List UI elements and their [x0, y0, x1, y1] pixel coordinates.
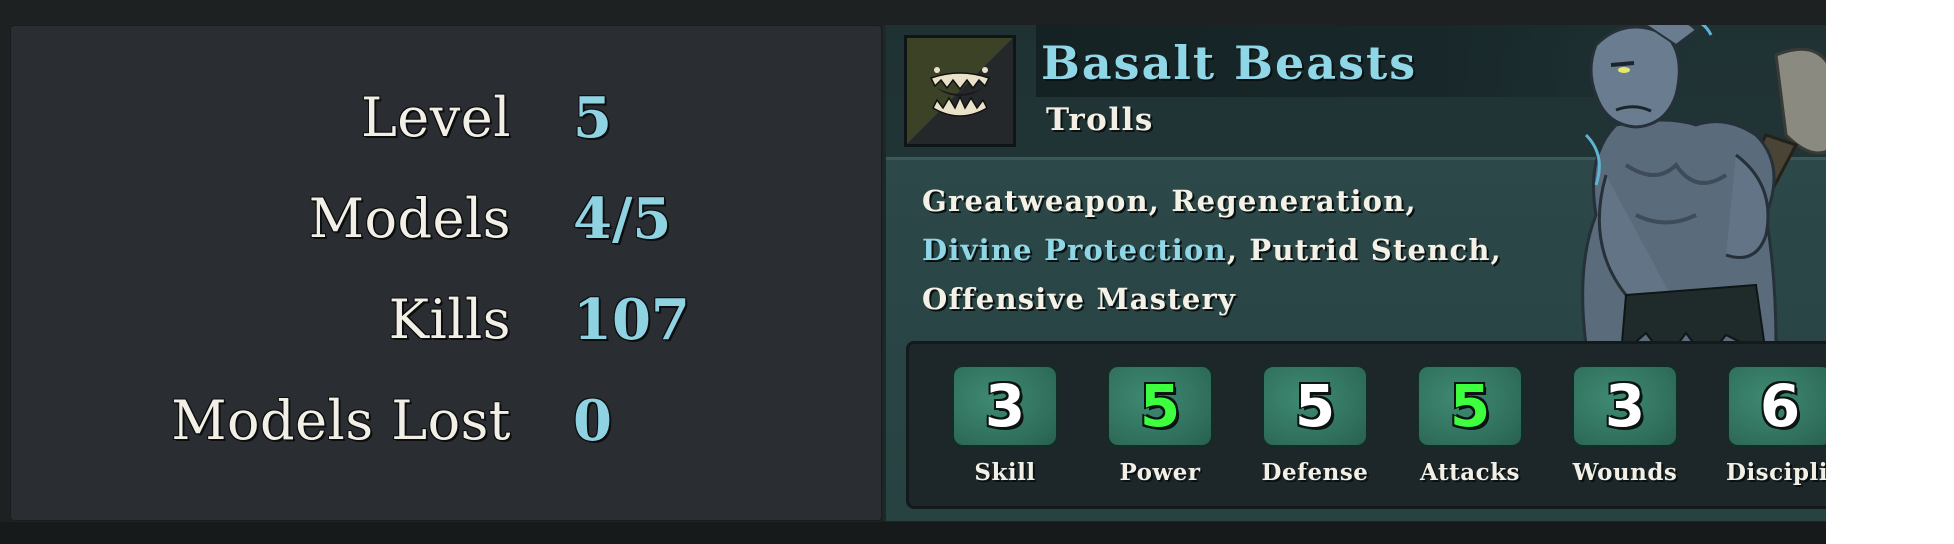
- attribute-label: Wounds: [1572, 459, 1678, 486]
- trait-line: Offensive Mastery: [922, 282, 1237, 316]
- attribute-label: Defense: [1261, 459, 1369, 486]
- trait-line: Greatweapon, Regeneration,: [922, 184, 1417, 218]
- attribute-value: 6: [1726, 364, 1826, 448]
- attribute-skill[interactable]: 3 Skill: [951, 364, 1061, 488]
- attribute-discipline[interactable]: 6 Disciplin: [1726, 364, 1826, 488]
- stat-value: 4/5: [573, 186, 672, 252]
- attribute-value: 3: [1571, 364, 1679, 448]
- unit-stats-panel: Level 5 Models 4/5 Kills 107 Models Lost…: [10, 25, 882, 521]
- stat-row-models: Models 4/5: [11, 179, 883, 259]
- unit-card[interactable]: Basalt Beasts Trolls Greatweapon, Regene…: [883, 25, 1826, 521]
- attribute-value: 5: [1416, 364, 1524, 448]
- trait-text: , Putrid Stench,: [1226, 233, 1502, 267]
- trait-line: Divine Protection, Putrid Stench,: [922, 226, 1502, 275]
- stat-label: Models: [308, 187, 511, 250]
- stat-row-models-lost: Models Lost 0: [11, 381, 883, 461]
- stat-label: Kills: [388, 288, 511, 351]
- attribute-label: Attacks: [1420, 459, 1520, 486]
- attribute-attacks[interactable]: 5 Attacks: [1416, 364, 1526, 488]
- stat-value: 107: [573, 287, 690, 353]
- unit-name: Basalt Beasts: [1041, 36, 1418, 90]
- unit-race: Trolls: [1046, 102, 1154, 138]
- attribute-label: Disciplin: [1726, 459, 1826, 486]
- stat-label: Models Lost: [171, 389, 511, 452]
- stat-row-level: Level 5: [11, 78, 883, 158]
- attribute-box: 3 Skill 5 Power 5 Defense 5 Attacks 3 Wo…: [906, 341, 1826, 509]
- stat-value: 0: [573, 388, 612, 454]
- attribute-label: Power: [1119, 459, 1201, 486]
- trait-highlight[interactable]: Divine Protection: [922, 233, 1227, 267]
- monster-teeth-icon: [904, 35, 1016, 147]
- attribute-power[interactable]: 5 Power: [1106, 364, 1216, 488]
- bottom-bar: [0, 522, 1826, 544]
- attribute-value: 5: [1261, 364, 1369, 448]
- stat-row-kills: Kills 107: [11, 280, 883, 360]
- attribute-wounds[interactable]: 3 Wounds: [1571, 364, 1681, 488]
- stat-label: Level: [360, 86, 511, 149]
- game-screen: Level 5 Models 4/5 Kills 107 Models Lost…: [0, 0, 1826, 544]
- unit-traits: Greatweapon, Regeneration, Divine Protec…: [922, 177, 1502, 324]
- attribute-value: 5: [1106, 364, 1214, 448]
- stat-value: 5: [573, 85, 612, 151]
- attribute-value: 3: [951, 364, 1059, 448]
- troll-portrait-icon: [1526, 25, 1826, 375]
- attribute-label: Skill: [974, 459, 1036, 486]
- attribute-defense[interactable]: 5 Defense: [1261, 364, 1371, 488]
